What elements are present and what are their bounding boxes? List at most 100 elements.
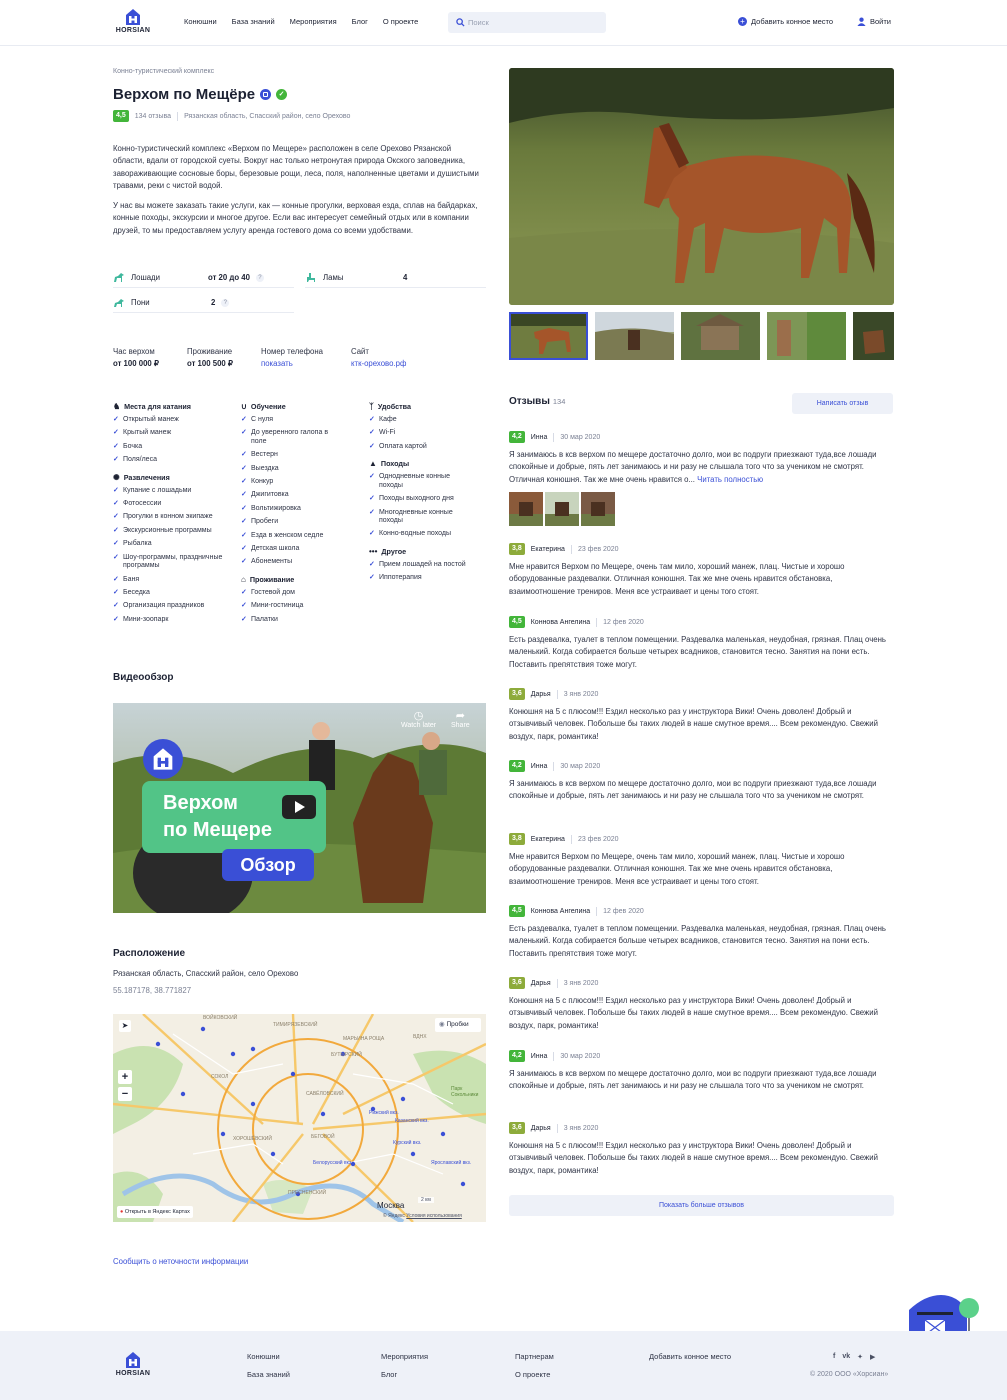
nav-item-about[interactable]: О проекте — [383, 17, 418, 26]
map-terms-link[interactable]: Условия использования — [406, 1213, 462, 1219]
watch-later-button[interactable]: ◷ Watch later — [401, 709, 436, 729]
animal-label: Пони — [131, 298, 150, 307]
review-photo[interactable] — [509, 492, 543, 527]
review-photo[interactable] — [545, 492, 579, 527]
footer-link[interactable]: База знаний — [247, 1370, 290, 1379]
map-locate-button[interactable]: ➤ — [119, 1020, 131, 1032]
footer-column: Мероприятия Блог — [381, 1352, 428, 1388]
site-link[interactable]: ктк-орехово.рф — [351, 359, 406, 368]
gallery-thumb[interactable] — [595, 312, 674, 360]
gallery-thumb[interactable] — [767, 312, 846, 360]
write-review-button[interactable]: Написать отзыв — [792, 393, 893, 414]
reviews-count[interactable]: 134 отзыва — [135, 113, 171, 120]
review-text: Есть раздевалка, туалет в теплом помещен… — [509, 634, 894, 671]
logo[interactable]: HORSIAN — [113, 8, 153, 38]
facility-group-label: Обучение — [250, 402, 286, 411]
youtube-icon[interactable]: ▶ — [870, 1353, 875, 1361]
facilities-column-3: ᛉ Удобства Кафе Wi-Fi Оплата картой ▲ По… — [369, 402, 494, 591]
info-value: от 100 000 ₽ — [113, 359, 159, 368]
logo-icon — [153, 748, 173, 770]
play-button[interactable] — [282, 795, 316, 819]
info-label: Сайт — [351, 347, 369, 356]
footer-link[interactable]: О проекте — [515, 1370, 554, 1379]
footer-link[interactable]: Блог — [381, 1370, 428, 1379]
search-input[interactable] — [468, 12, 598, 33]
verified-icon: ✓ — [276, 89, 288, 100]
vk-icon[interactable]: vk — [842, 1353, 850, 1361]
main-photo[interactable] — [509, 68, 894, 305]
search-box — [448, 12, 606, 33]
review-author: Дарья — [530, 1124, 551, 1132]
review-author: Коннова Ангелина — [530, 618, 591, 626]
confetti-icon: ✺ — [113, 472, 120, 482]
main-nav: Конюшни База знаний Мероприятия Блог О п… — [184, 17, 418, 26]
cutlery-icon: ᛉ — [369, 402, 374, 411]
footer-link[interactable]: Добавить конное место — [649, 1352, 731, 1361]
map-scale: 2 км — [418, 1197, 434, 1203]
show-phone-link[interactable]: показать — [261, 359, 323, 368]
map-credit-label: © Яндекс — [383, 1213, 405, 1219]
social-links: f vk ✦ ▶ — [833, 1353, 875, 1361]
read-more-link[interactable]: Читать полностью — [697, 475, 763, 484]
share-button[interactable]: ➦ Share — [451, 709, 470, 729]
review-photo[interactable] — [581, 492, 615, 527]
footer-link[interactable]: Партнерам — [515, 1352, 554, 1361]
footer-link[interactable]: Конюшни — [247, 1352, 290, 1361]
footer-link[interactable]: Мероприятия — [381, 1352, 428, 1361]
divider — [596, 617, 598, 627]
review-text: Я занимаюсь в ксв верхом по мещере доста… — [509, 449, 894, 486]
facility-group: ✺ Развлечения Купание с лошадьми Фотосес… — [113, 473, 238, 625]
site-header: HORSIAN Конюшни База знаний Мероприятия … — [0, 0, 1007, 46]
review-text: Мне нравится Верхом по Мещере, очень там… — [509, 561, 894, 598]
review-date: 3 янв 2020 — [563, 1124, 599, 1132]
show-more-reviews-button[interactable]: Показать больше отзывов — [509, 1195, 894, 1216]
gallery-thumb[interactable] — [509, 312, 588, 360]
facility-item: До уверенного галопа в поле — [241, 429, 341, 446]
help-icon[interactable]: ? — [221, 298, 230, 307]
map[interactable]: ВОЙКОВСКИЙ ТИМИРЯЗЕВСКИЙ МАРЬИНА РОЩА БУ… — [113, 1014, 486, 1222]
site-info: Сайт ктк-орехово.рф — [351, 347, 406, 368]
facility-item: Выездка — [241, 465, 366, 474]
nav-item-stables[interactable]: Конюшни — [184, 17, 217, 26]
video-player[interactable]: Верхом по Мещере Обзор ◷ Watch later ➦ S… — [113, 703, 486, 913]
facility-group-title: ✺ Развлечения — [113, 473, 238, 482]
open-in-yandex-button[interactable]: ● Открыть в Яндекс Картах — [117, 1206, 193, 1218]
map-park-label: Парк Сокольники — [451, 1086, 479, 1098]
review-photo-image — [545, 492, 579, 527]
logo-icon — [126, 9, 140, 25]
nav-item-blog[interactable]: Блог — [352, 17, 368, 26]
review-header: 3,6 Дарья 3 янв 2020 — [509, 688, 894, 700]
add-place-button[interactable]: + Добавить конное место — [738, 17, 833, 26]
divider — [553, 1051, 555, 1061]
nav-item-events[interactable]: Мероприятия — [290, 17, 337, 26]
facility-item: Пробеги — [241, 518, 366, 527]
gallery-thumb[interactable] — [681, 312, 760, 360]
zoom-in-button[interactable]: + — [118, 1070, 132, 1084]
traffic-button[interactable]: ◉ Пробки — [435, 1018, 481, 1032]
gallery-thumb[interactable] — [853, 312, 894, 360]
report-inaccuracy-link[interactable]: Сообщить о неточности информации — [113, 1257, 248, 1266]
animal-value: 2 — [211, 298, 216, 307]
facebook-icon[interactable]: f — [833, 1353, 835, 1361]
nav-item-knowledge[interactable]: База знаний — [232, 17, 275, 26]
facility-item: Открытый манеж — [113, 416, 238, 425]
zoom-out-button[interactable]: − — [118, 1087, 132, 1101]
divider — [177, 111, 179, 121]
help-icon[interactable]: ? — [255, 273, 264, 282]
footer-logo[interactable]: HORSIAN — [113, 1351, 153, 1381]
review-author: Дарья — [530, 690, 551, 698]
twitter-icon[interactable]: ✦ — [857, 1353, 863, 1361]
review-date: 30 мар 2020 — [560, 433, 601, 441]
map-district-label: ХОРОШЁВСКИЙ — [233, 1136, 272, 1142]
thumb-image — [853, 312, 894, 360]
login-button[interactable]: Войти — [857, 17, 891, 26]
review-date: 30 мар 2020 — [560, 762, 601, 770]
review-body: Я занимаюсь в ксв верхом по мещере доста… — [509, 450, 877, 484]
facility-item: С нуля — [241, 416, 366, 425]
facility-group: ♞ Места для катания Открытый манеж Крыты… — [113, 402, 238, 465]
review-date: 12 фев 2020 — [603, 618, 644, 626]
divider — [570, 834, 572, 844]
plus-icon: + — [738, 17, 747, 26]
open-in-yandex-label: Открыть в Яндекс Картах — [124, 1209, 190, 1215]
map-district-label: МАРЬИНА РОЩА — [343, 1036, 385, 1042]
